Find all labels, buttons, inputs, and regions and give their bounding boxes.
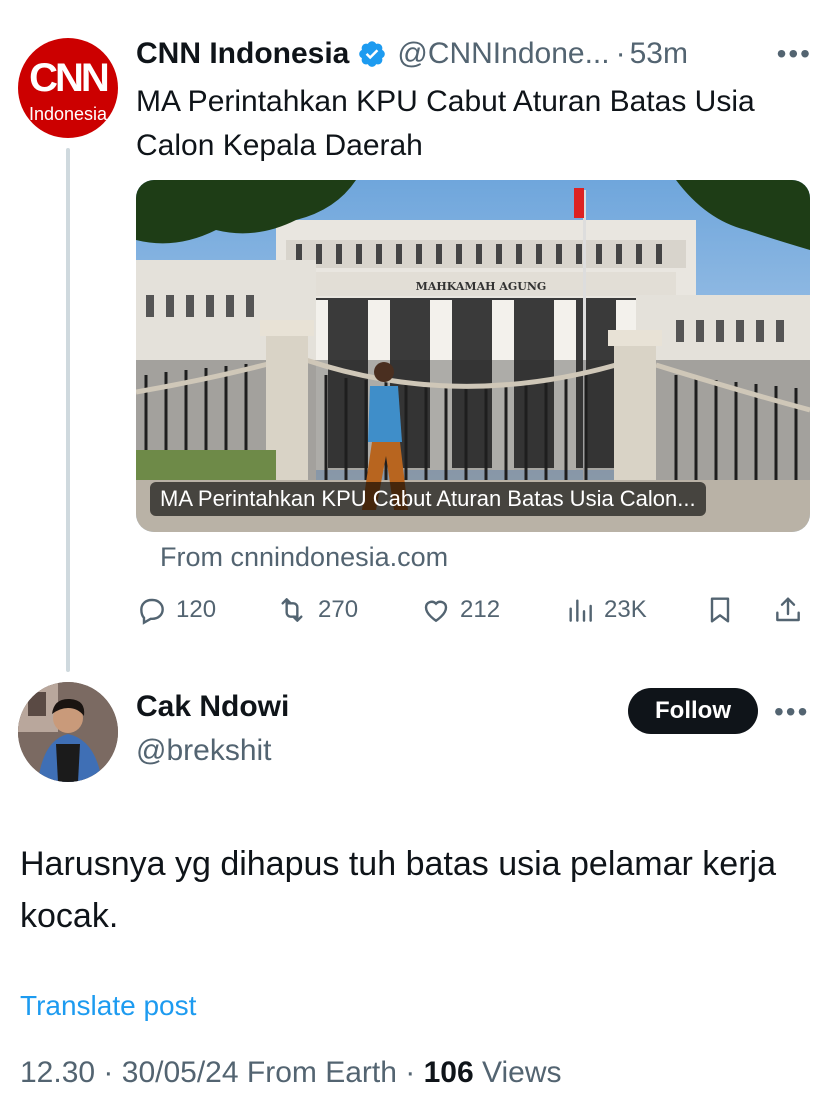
views-count: 106 bbox=[423, 1056, 474, 1089]
separator-dot: · bbox=[103, 1056, 114, 1089]
reply-button[interactable]: 120 bbox=[136, 594, 216, 626]
tweet-header: CNN Indonesia @CNNIndone... · 53m ••• bbox=[136, 34, 812, 74]
bookmark-icon bbox=[710, 597, 730, 623]
thread-connector-line bbox=[66, 148, 70, 672]
like-count: 212 bbox=[460, 596, 501, 623]
separator-dot: · bbox=[615, 37, 626, 70]
author-handle[interactable]: @CNNIndone... bbox=[397, 37, 609, 71]
translate-post-link[interactable]: Translate post bbox=[20, 990, 196, 1022]
views-label: Views bbox=[482, 1056, 562, 1089]
more-dots-icon[interactable]: ••• bbox=[774, 696, 809, 728]
repost-count: 270 bbox=[318, 596, 359, 623]
repost-button[interactable]: 270 bbox=[274, 594, 358, 626]
reply-count: 120 bbox=[176, 596, 217, 623]
avatar-subtitle: Indonesia bbox=[28, 104, 108, 124]
building-sign: MAHKAMAH AGUNG bbox=[416, 280, 547, 293]
cnn-indonesia-avatar[interactable]: CNN Indonesia bbox=[18, 38, 118, 138]
post-location: From Earth bbox=[246, 1056, 397, 1089]
link-card[interactable]: MAHKAMAH AGUNG MA Perintahkan KPU Cabut … bbox=[136, 180, 810, 532]
card-image: MAHKAMAH AGUNG bbox=[136, 180, 810, 532]
separator-dot: · bbox=[405, 1056, 416, 1089]
share-icon bbox=[776, 597, 800, 622]
avatar-logo-text: CNN bbox=[29, 56, 110, 100]
reply-text: Harusnya yg dihapus tuh batas usia pelam… bbox=[20, 845, 776, 935]
repost-icon bbox=[281, 598, 303, 622]
post-time[interactable]: 12.30 bbox=[20, 1056, 95, 1089]
like-button[interactable]: 212 bbox=[420, 594, 500, 626]
author-name[interactable]: Cak Ndowi bbox=[136, 690, 289, 724]
card-source[interactable]: From cnnindonesia.com bbox=[160, 542, 448, 573]
bookmark-button[interactable] bbox=[704, 594, 744, 626]
post-date[interactable]: 30/05/24 bbox=[122, 1056, 239, 1089]
author-handle[interactable]: @brekshit bbox=[136, 734, 272, 768]
views-button[interactable]: 23K bbox=[564, 594, 647, 626]
post-meta: 12.30 · 30/05/24 From Earth · 106 Views bbox=[20, 1056, 562, 1090]
share-button[interactable] bbox=[772, 594, 812, 626]
follow-button[interactable]: Follow bbox=[628, 688, 758, 734]
post-time[interactable]: 53m bbox=[630, 37, 688, 71]
cak-ndowi-avatar[interactable] bbox=[18, 682, 118, 782]
views-icon bbox=[569, 599, 592, 622]
card-caption: MA Perintahkan KPU Cabut Aturan Batas Us… bbox=[150, 482, 706, 516]
reply-icon bbox=[140, 598, 164, 625]
verified-badge-icon[interactable] bbox=[357, 39, 387, 69]
tweet-text: MA Perintahkan KPU Cabut Aturan Batas Us… bbox=[136, 85, 755, 162]
more-dots-icon[interactable]: ••• bbox=[777, 38, 812, 70]
author-name[interactable]: CNN Indonesia bbox=[136, 37, 349, 71]
views-count: 23K bbox=[604, 596, 647, 623]
avatar-photo bbox=[18, 682, 118, 782]
tweet-actions: 120 270 212 23K bbox=[136, 594, 812, 634]
like-icon bbox=[424, 600, 448, 623]
